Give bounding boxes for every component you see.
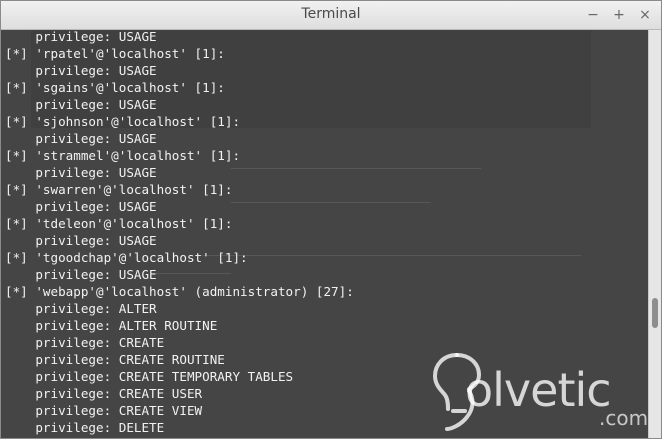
terminal-line: privilege: ALTER ROUTINE	[5, 318, 218, 333]
window-controls: − + ×	[585, 7, 653, 23]
terminal-line: privilege: DELETE	[5, 420, 165, 435]
terminal-line: privilege: USAGE	[5, 131, 157, 146]
vertical-scrollbar[interactable]	[648, 30, 661, 438]
terminal-line: privilege: CREATE VIEW	[5, 403, 203, 418]
terminal-line: [*] 'swarren'@'localhost' [1]:	[5, 182, 233, 197]
terminal-lines: privilege: USAGE [*] 'rpatel'@'localhost…	[5, 30, 354, 436]
maximize-icon[interactable]: +	[611, 7, 627, 23]
terminal-line: privilege: USAGE	[5, 233, 157, 248]
terminal-line: privilege: CREATE TEMPORARY TABLES	[5, 369, 294, 384]
terminal-line: [*] 'tdeleon'@'localhost' [1]:	[5, 216, 233, 231]
terminal-line: privilege: USAGE	[5, 267, 157, 282]
terminal-line: privilege: CREATE ROUTINE	[5, 352, 225, 367]
terminal-line: [*] 'sjohnson'@'localhost' [1]:	[5, 114, 241, 129]
terminal-line: privilege: USAGE	[5, 63, 157, 78]
terminal-window: Terminal − + × privilege: USAGE [*] 'rpa…	[0, 0, 662, 439]
terminal-line: privilege: CREATE	[5, 335, 165, 350]
terminal-line: [*] 'strammel'@'localhost' [1]:	[5, 148, 241, 163]
terminal-line: [*] 'tgoodchap'@'localhost' [1]:	[5, 250, 248, 265]
terminal-line: privilege: USAGE	[5, 97, 157, 112]
minimize-icon[interactable]: −	[585, 7, 601, 23]
close-icon[interactable]: ×	[637, 7, 653, 23]
terminal-line: privilege: USAGE	[5, 199, 157, 214]
terminal-output[interactable]: privilege: USAGE [*] 'rpatel'@'localhost…	[1, 30, 648, 438]
title-bar[interactable]: Terminal − + ×	[1, 1, 661, 30]
scrollbar-thumb[interactable]	[652, 298, 658, 328]
terminal-line: [*] 'rpatel'@'localhost' [1]:	[5, 46, 225, 61]
window-title: Terminal	[301, 6, 361, 22]
terminal-line: [*] 'sgains'@'localhost' [1]:	[5, 80, 225, 95]
terminal-line: privilege: CREATE USER	[5, 386, 203, 401]
terminal-line: privilege: ALTER	[5, 301, 157, 316]
terminal-line: privilege: USAGE	[5, 30, 157, 44]
terminal-line: [*] 'webapp'@'localhost' (administrator)…	[5, 284, 354, 299]
terminal-line: privilege: USAGE	[5, 165, 157, 180]
